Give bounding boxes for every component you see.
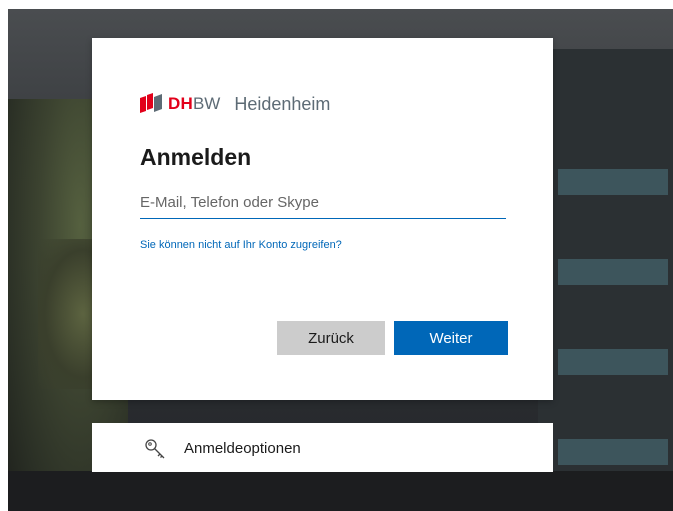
cant-access-account-link[interactable]: Sie können nicht auf Ihr Konto zugreifen… xyxy=(140,239,342,251)
back-button[interactable]: Zurück xyxy=(277,321,385,355)
background-building xyxy=(538,49,673,511)
signin-options-label: Anmeldeoptionen xyxy=(184,440,301,457)
dhbw-logo: DH BW Heidenheim xyxy=(140,93,330,115)
signin-options-button[interactable]: Anmeldeoptionen xyxy=(92,423,553,472)
background-ground xyxy=(8,471,673,511)
page-title: Anmelden xyxy=(140,144,252,170)
dhbw-logo-icon xyxy=(140,93,162,113)
email-field[interactable] xyxy=(140,188,506,219)
logo-location: Heidenheim xyxy=(234,93,331,114)
logo-text-dh: DH xyxy=(168,94,193,113)
signin-card: DHBW Heidenheim Anmelden Sie können nich… xyxy=(92,38,553,400)
key-icon xyxy=(145,439,165,459)
logo-text-bw: BW xyxy=(192,94,221,113)
next-button[interactable]: Weiter xyxy=(394,321,508,355)
